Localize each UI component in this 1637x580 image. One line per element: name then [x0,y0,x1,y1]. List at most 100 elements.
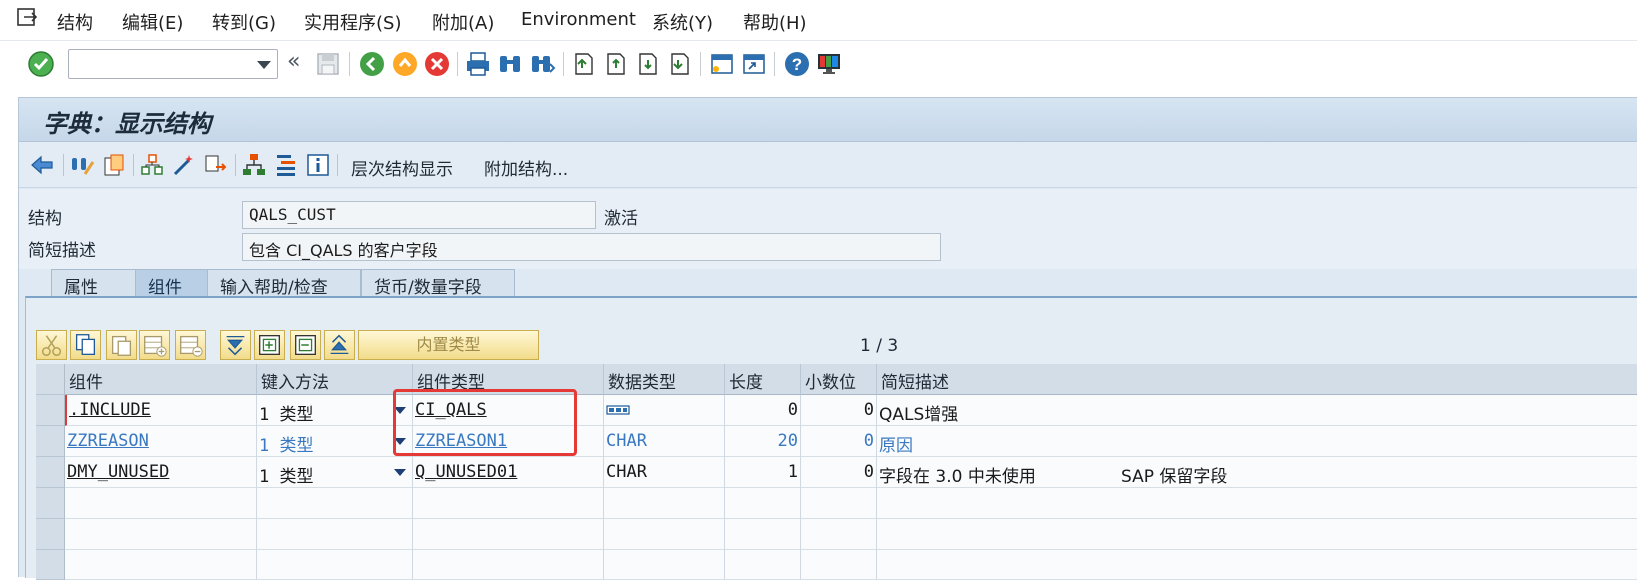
empty-cell[interactable] [725,519,801,550]
select-block-icon[interactable] [254,330,285,360]
customize-layout-icon[interactable] [815,50,843,78]
dropdown-arrow-icon[interactable] [394,469,406,476]
empty-cell[interactable] [801,488,877,519]
builtin-type-button[interactable]: 内置类型 [358,330,539,360]
prev-page-icon[interactable] [602,50,630,78]
first-page-icon[interactable] [570,50,598,78]
cell-component-type[interactable]: Q_UNUSED01 [413,457,604,488]
where-used-icon[interactable] [203,152,229,178]
find-icon[interactable] [496,50,524,78]
col-header-decimals[interactable]: 小数位 [801,364,877,395]
cell-typing-method[interactable]: 1 类型 [257,395,413,426]
empty-cell[interactable] [604,519,725,550]
empty-cell[interactable] [413,550,604,580]
sort-down-icon[interactable] [220,330,251,360]
new-session-icon[interactable] [708,50,736,78]
row-selector[interactable] [36,426,65,457]
empty-cell[interactable] [65,488,257,519]
empty-cell[interactable] [257,550,413,580]
cell-short-desc[interactable]: QALS增强 [877,395,1637,426]
back-icon[interactable] [358,50,386,78]
info-icon[interactable] [305,152,331,178]
cell-decimals[interactable]: 0 [801,395,877,426]
row-selector[interactable] [36,395,65,426]
cell-length[interactable]: 0 [725,395,801,426]
cell-data-type[interactable]: CHAR [604,457,725,488]
system-menu-icon[interactable] [16,7,40,29]
row-selector[interactable] [36,550,65,580]
empty-cell[interactable] [877,550,1637,580]
empty-cell[interactable] [65,550,257,580]
menu-help[interactable]: 帮助(H) [743,9,807,35]
append-structure-button[interactable]: 附加结构... [484,155,568,180]
empty-cell[interactable] [877,519,1637,550]
short-desc-field[interactable]: 包含 CI_QALS 的客户字段 [242,233,941,261]
cell-component[interactable]: ZZREASON [65,426,257,457]
other-object-icon[interactable] [101,152,127,178]
empty-cell[interactable] [413,488,604,519]
row-selector[interactable] [36,488,65,519]
empty-cell[interactable] [877,488,1637,519]
cell-component[interactable]: .INCLUDE [65,395,257,426]
menu-environment[interactable]: Environment [521,9,636,30]
empty-cell[interactable] [725,550,801,580]
empty-cell[interactable] [801,519,877,550]
insert-row-icon[interactable] [139,330,170,360]
cell-length[interactable]: 1 [725,457,801,488]
cancel-icon[interactable] [423,50,451,78]
col-header-data-type[interactable]: 数据类型 [604,364,725,395]
last-page-icon[interactable] [666,50,694,78]
tab-currency-quantity[interactable]: 货币/数量字段 [361,269,515,298]
sort-up-icon[interactable] [324,330,355,360]
copy-icon[interactable] [70,330,101,360]
col-header-typing-method[interactable]: 键入方法 [257,364,413,395]
row-selector[interactable] [36,457,65,488]
menu-extras[interactable]: 附加(A) [432,9,494,35]
empty-cell[interactable] [257,519,413,550]
cell-data-type[interactable]: CHAR [604,426,725,457]
cell-typing-method[interactable]: 1 类型 [257,457,413,488]
menu-utilities[interactable]: 实用程序(S) [304,9,401,35]
find-next-icon[interactable] [528,50,556,78]
shortcut-icon[interactable] [740,50,768,78]
list-structure-icon[interactable] [273,152,299,178]
cell-length[interactable]: 20 [725,426,801,457]
empty-cell[interactable] [604,550,725,580]
menu-system[interactable]: 系统(Y) [652,9,713,35]
menu-edit[interactable]: 编辑(E) [122,9,183,35]
menu-structure[interactable]: 结构 [57,9,93,35]
hierarchy-icon[interactable] [241,152,267,178]
cell-data-type[interactable] [604,395,725,426]
menu-goto[interactable]: 转到(G) [212,9,276,35]
print-icon[interactable] [464,50,492,78]
col-header-length[interactable]: 长度 [725,364,801,395]
command-dropdown-icon[interactable] [257,61,271,69]
next-page-icon[interactable] [634,50,662,78]
deselect-block-icon[interactable] [290,330,321,360]
exit-icon[interactable] [391,50,419,78]
col-header-short-desc[interactable]: 简短描述 [877,364,1637,395]
cell-short-desc[interactable]: 字段在 3.0 中未使用 SAP 保留字段 [877,457,1637,488]
command-field[interactable] [68,49,278,79]
empty-cell[interactable] [65,519,257,550]
check-object-icon[interactable] [139,152,165,178]
tab-input-help[interactable]: 输入帮助/检查 [207,269,361,298]
delete-row-icon[interactable] [175,330,206,360]
activate-icon[interactable] [171,152,197,178]
structure-field[interactable]: QALS_CUST [242,201,596,229]
tab-attributes[interactable]: 属性 [51,269,137,298]
empty-cell[interactable] [801,550,877,580]
cell-component[interactable]: DMY_UNUSED [65,457,257,488]
paste-icon[interactable] [106,330,137,360]
display-change-icon[interactable] [69,152,95,178]
tab-components[interactable]: 组件 [135,269,209,298]
col-header-component[interactable]: 组件 [65,364,257,395]
empty-cell[interactable] [413,519,604,550]
cell-short-desc[interactable]: 原因 [877,426,1637,457]
check-icon[interactable] [27,50,55,78]
select-all-cell[interactable] [36,364,65,395]
save-icon[interactable] [314,50,342,78]
row-selector[interactable] [36,519,65,550]
empty-cell[interactable] [725,488,801,519]
hierarchy-display-button[interactable]: 层次结构显示 [351,155,453,180]
